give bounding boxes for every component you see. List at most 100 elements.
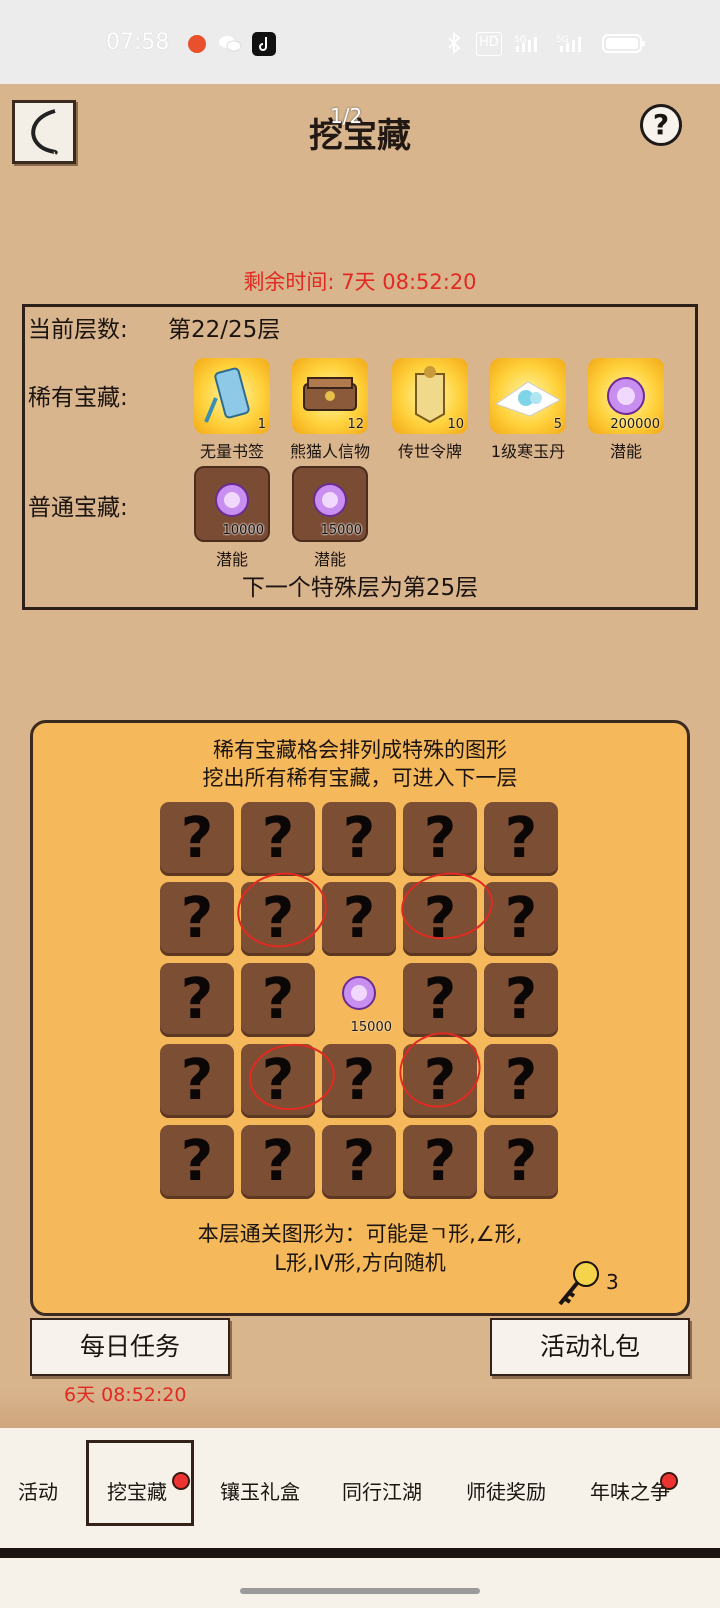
grid-cell-hidden[interactable]: ? xyxy=(241,963,315,1037)
rare-item-potential[interactable]: 200000 xyxy=(588,358,664,434)
question-mark-icon: ? xyxy=(504,886,538,951)
tiktok-icon xyxy=(252,32,276,56)
question-mark-icon: ? xyxy=(423,1048,457,1113)
grid-cell-hidden[interactable]: ? xyxy=(403,882,477,956)
home-indicator[interactable] xyxy=(240,1588,480,1594)
grid-cell-hidden[interactable]: ? xyxy=(403,963,477,1037)
current-layer-label: 当前层数: xyxy=(28,317,128,343)
grid-cell-hidden[interactable]: ? xyxy=(322,802,396,876)
page-indicator: 1/2 xyxy=(330,104,363,128)
grid-cell-hidden[interactable]: ? xyxy=(484,1044,558,1118)
question-mark-icon: ? xyxy=(180,1048,214,1113)
battery-icon xyxy=(602,32,646,54)
grid-cell-hidden[interactable]: ? xyxy=(403,1125,477,1199)
help-button[interactable]: ? xyxy=(640,104,682,146)
remaining-time: 剩余时间: 7天 08:52:20 xyxy=(243,270,477,294)
tab-mentor-reward[interactable]: 师徒奖励 xyxy=(466,1476,546,1505)
key-count: 3 xyxy=(606,1270,619,1294)
grid-cell-hidden[interactable]: ? xyxy=(160,1044,234,1118)
current-layer-value: 第22/25层 xyxy=(168,317,281,343)
grid-cell-hidden[interactable]: ? xyxy=(484,963,558,1037)
question-mark-icon: ? xyxy=(180,1129,214,1194)
question-mark-icon: ? xyxy=(423,1129,457,1194)
hd-badge: HD xyxy=(476,32,502,56)
bluetooth-icon xyxy=(446,31,462,55)
rare-item-name: 熊猫人信物 xyxy=(289,442,370,461)
grid-cell-hidden[interactable]: ? xyxy=(241,1044,315,1118)
status-bar: 07:58 HD 5G 5G xyxy=(0,0,720,84)
grid-cell-hidden[interactable]: ? xyxy=(322,1044,396,1118)
question-mark-icon: ? xyxy=(504,806,538,871)
wechat-icon xyxy=(218,32,242,54)
question-mark-icon: ? xyxy=(180,886,214,951)
status-time: 07:58 xyxy=(106,30,170,55)
notification-badge-icon xyxy=(172,1472,190,1490)
rare-item-name: 1级寒玉丹 xyxy=(490,442,566,461)
grid-cell-revealed[interactable]: 15000 xyxy=(322,963,396,1037)
question-mark-icon: ? xyxy=(342,806,376,871)
rare-item-panda-token[interactable]: 12 xyxy=(292,358,368,434)
clear-pattern-line1: 本层通关图形为：可能是ㄱ形,∠形, xyxy=(197,1222,523,1246)
grid-cell-hidden[interactable]: ? xyxy=(241,1125,315,1199)
question-mark-icon: ? xyxy=(261,806,295,871)
grid-cell-hidden[interactable]: ? xyxy=(241,882,315,956)
grid-cell-hidden[interactable]: ? xyxy=(484,802,558,876)
question-mark-icon: ? xyxy=(504,1129,538,1194)
question-mark-icon: ? xyxy=(180,967,214,1032)
tab-dig-treasure[interactable]: 挖宝藏 xyxy=(107,1476,167,1505)
signal-icon-2: 5G xyxy=(556,32,594,54)
question-mark-icon: ? xyxy=(180,806,214,871)
common-item-potential[interactable]: 10000 xyxy=(194,466,270,542)
question-mark-icon: ? xyxy=(423,886,457,951)
grid-cell-hidden[interactable]: ? xyxy=(160,1125,234,1199)
question-mark-icon: ? xyxy=(342,1048,376,1113)
key-icon xyxy=(552,1258,606,1314)
grid-cell-hidden[interactable]: ? xyxy=(403,1044,477,1118)
app-notification-icon xyxy=(186,32,208,54)
rare-item-legacy-token[interactable]: 10 xyxy=(392,358,468,434)
rare-item-name: 无量书签 xyxy=(199,442,264,461)
grid-cell-hidden[interactable]: ? xyxy=(160,963,234,1037)
question-mark-icon: ? xyxy=(504,1048,538,1113)
revealed-count: 15000 xyxy=(350,1020,392,1035)
question-mark-icon: ? xyxy=(423,967,457,1032)
rare-treasure-label: 稀有宝藏: xyxy=(28,385,128,411)
tab-jianghu[interactable]: 同行江湖 xyxy=(342,1476,422,1505)
board-description-line1: 稀有宝藏格会排列成特殊的图形 xyxy=(213,738,507,762)
grid-cell-hidden[interactable]: ? xyxy=(241,802,315,876)
question-mark-icon: ? xyxy=(261,1048,295,1113)
question-mark-icon: ? xyxy=(504,967,538,1032)
question-mark-icon: ? xyxy=(261,1129,295,1194)
rare-item-bookmark[interactable]: 1 xyxy=(194,358,270,434)
tab-new-year[interactable]: 年味之争 xyxy=(590,1476,670,1505)
signal-icon-1: 5G xyxy=(514,32,548,54)
common-item-name: 潜能 xyxy=(313,550,346,569)
question-mark-icon: ? xyxy=(342,1129,376,1194)
notification-badge-icon xyxy=(660,1472,678,1490)
rare-item-jade-pill[interactable]: 5 xyxy=(490,358,566,434)
tab-activity[interactable]: 活动 xyxy=(18,1476,58,1505)
event-gift-button[interactable]: 活动礼包 xyxy=(490,1318,690,1376)
grid-cell-hidden[interactable]: ? xyxy=(403,802,477,876)
common-item-name: 潜能 xyxy=(215,550,248,569)
daily-tasks-timer: 6天 08:52:20 xyxy=(64,1384,187,1406)
question-mark-icon: ? xyxy=(261,967,295,1032)
question-mark-icon: ? xyxy=(261,886,295,951)
question-mark-icon: ? xyxy=(342,886,376,951)
next-special-layer: 下一个特殊层为第25层 xyxy=(241,575,479,601)
tab-jade-gift-box[interactable]: 镶玉礼盒 xyxy=(220,1476,300,1505)
rare-item-name: 潜能 xyxy=(609,442,642,461)
grid-cell-hidden[interactable]: ? xyxy=(484,1125,558,1199)
rare-item-name: 传世令牌 xyxy=(397,442,462,461)
daily-tasks-button[interactable]: 每日任务 xyxy=(30,1318,230,1376)
grid-cell-hidden[interactable]: ? xyxy=(322,882,396,956)
question-mark-icon: ? xyxy=(423,806,457,871)
grid-cell-hidden[interactable]: ? xyxy=(484,882,558,956)
grid-cell-hidden[interactable]: ? xyxy=(160,882,234,956)
grid-cell-hidden[interactable]: ? xyxy=(160,802,234,876)
board-description-line2: 挖出所有稀有宝藏，可进入下一层 xyxy=(202,766,518,790)
grid-cell-hidden[interactable]: ? xyxy=(322,1125,396,1199)
system-nav-bar xyxy=(0,1558,720,1608)
tab-bar-divider xyxy=(0,1548,720,1558)
common-item-potential[interactable]: 15000 xyxy=(292,466,368,542)
